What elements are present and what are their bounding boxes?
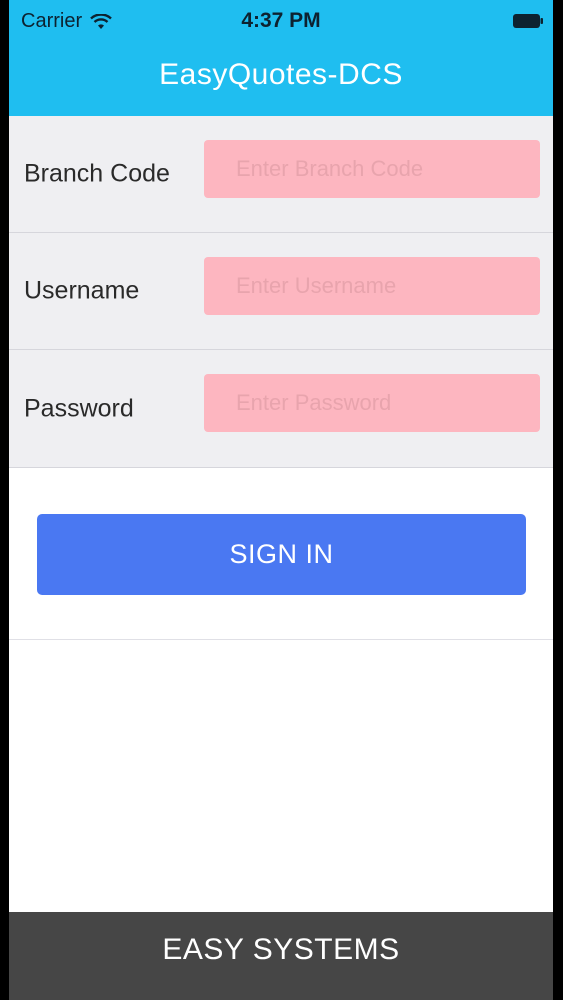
footer-bar: EASY SYSTEMS bbox=[9, 912, 553, 1000]
password-input[interactable] bbox=[204, 374, 540, 432]
sign-in-button[interactable]: SIGN IN bbox=[37, 514, 526, 595]
branch-code-input[interactable] bbox=[204, 140, 540, 198]
branch-code-label: Branch Code bbox=[24, 159, 170, 188]
username-label: Username bbox=[24, 276, 140, 305]
password-label: Password bbox=[24, 394, 134, 422]
login-form: Branch Code Username Password bbox=[9, 116, 553, 468]
password-row: Password bbox=[9, 350, 553, 468]
branch-code-row: Branch Code bbox=[9, 116, 553, 233]
app-header: Carrier 4:37 PM EasyQuotes-DCS bbox=[9, 0, 553, 116]
footer-text: EASY SYSTEMS bbox=[162, 933, 400, 966]
sign-in-section: SIGN IN bbox=[9, 468, 553, 640]
app-title: EasyQuotes-DCS bbox=[159, 58, 403, 91]
app-screen: Carrier 4:37 PM EasyQuotes-DCS Branch Co… bbox=[9, 0, 553, 1000]
status-bar: Carrier 4:37 PM bbox=[9, 0, 553, 44]
battery-icon bbox=[513, 14, 543, 28]
username-row: Username bbox=[9, 233, 553, 350]
username-input[interactable] bbox=[204, 257, 540, 315]
status-time: 4:37 PM bbox=[241, 9, 321, 32]
